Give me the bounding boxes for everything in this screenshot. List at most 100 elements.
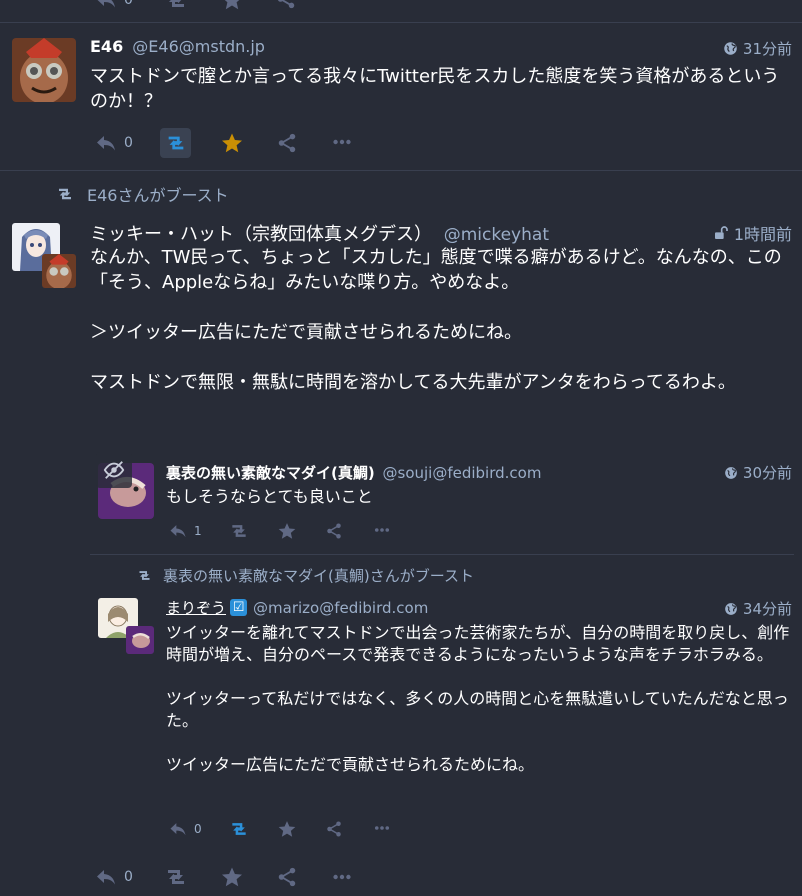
divider (0, 170, 802, 171)
more-icon (331, 866, 353, 888)
boost-button[interactable] (163, 0, 189, 12)
star-icon (220, 131, 244, 155)
verified-badge-icon: ☑ (230, 599, 248, 616)
booster-avatar[interactable] (42, 254, 76, 288)
boost-icon (228, 521, 250, 541)
avatar-image (42, 254, 76, 288)
relative-time: 30分前 (742, 464, 792, 482)
relative-time: 1時間前 (733, 225, 792, 244)
reply-count: 0 (124, 135, 133, 151)
boost-icon (55, 185, 75, 203)
boost-button[interactable] (163, 865, 189, 889)
boost-button[interactable] (228, 819, 250, 839)
star-icon (220, 0, 244, 12)
display-name[interactable]: E46 (90, 37, 123, 56)
avatar[interactable] (12, 38, 76, 102)
status-time[interactable]: 1時間前 (713, 221, 792, 245)
share-button[interactable] (325, 820, 343, 838)
boost-icon (136, 568, 153, 583)
status-header: 裏表の無い素敵なマダイ(真鯛) @souji@fedibird.com (166, 462, 541, 483)
share-icon (325, 522, 343, 540)
reply-count: 0 (124, 869, 133, 885)
status-content: もしそうならとても良いこと (166, 487, 373, 506)
star-icon (277, 521, 297, 541)
globe-icon (723, 41, 738, 56)
more-button[interactable] (373, 819, 391, 837)
boost-button[interactable] (160, 128, 191, 158)
more-button[interactable] (331, 866, 353, 888)
account-handle[interactable]: @mickeyhat (444, 225, 549, 245)
more-button[interactable] (373, 521, 391, 539)
more-icon (373, 521, 391, 539)
divider (90, 554, 794, 555)
paragraph: ＞ツイッター広告にただで貢献させられるためにね。 (90, 322, 522, 343)
share-button[interactable] (276, 132, 298, 154)
star-icon (220, 865, 244, 889)
boost-icon (164, 132, 188, 154)
account-handle[interactable]: @marizo@fedibird.com (253, 599, 428, 617)
reply-icon (94, 0, 118, 12)
paragraph: ツイッターって私だけではなく、多くの人の時間と心を無駄遣いしていたんだなと思った… (166, 689, 789, 730)
status-time[interactable]: 30分前 (724, 462, 792, 483)
status-header: ミッキー・ハット（宗教団体真メグデス） @mickeyhat (90, 220, 549, 246)
paragraph: なんか、TW民って、ちょっと「スカした」態度で喋る癖があるけど。なんなの、この「… (90, 247, 782, 293)
booster-avatar[interactable] (126, 626, 154, 654)
display-name[interactable]: 裏表の無い素敵なマダイ(真鯛) (166, 464, 375, 482)
globe-icon (724, 602, 738, 616)
boost-label[interactable]: E46さんがブースト (87, 182, 229, 206)
boost-button[interactable] (228, 521, 250, 541)
relative-time: 34分前 (742, 600, 792, 618)
share-icon (276, 866, 298, 888)
status-header: E46 @E46@mstdn.jp (90, 37, 265, 56)
display-name[interactable]: まりぞう (166, 597, 226, 618)
account-handle[interactable]: @E46@mstdn.jp (132, 37, 265, 56)
share-button[interactable] (276, 866, 298, 888)
more-icon (331, 131, 353, 153)
more-icon (373, 819, 391, 837)
status-header: まりぞう ☑ @marizo@fedibird.com (166, 597, 428, 618)
reply-button[interactable]: 0 (168, 819, 202, 839)
star-icon (277, 819, 297, 839)
more-button[interactable] (331, 131, 353, 153)
reply-icon (168, 521, 188, 541)
unlock-icon (713, 225, 729, 241)
share-button[interactable] (275, 0, 297, 10)
favourite-button[interactable] (220, 131, 244, 155)
favourite-button[interactable] (277, 521, 297, 541)
reply-button[interactable]: 1 (168, 521, 202, 541)
reply-icon (168, 819, 188, 839)
boost-icon (163, 865, 189, 889)
reply-count: 0 (124, 0, 133, 8)
boost-prepend: E46さんがブースト (55, 182, 229, 206)
favourite-button[interactable] (277, 819, 297, 839)
avatar-image (126, 626, 154, 654)
reply-icon (94, 865, 118, 889)
share-button[interactable] (325, 522, 343, 540)
sensitive-toggle[interactable] (96, 452, 132, 488)
divider (0, 22, 802, 23)
share-icon (325, 820, 343, 838)
boost-icon (228, 819, 250, 839)
relative-time: 31分前 (742, 40, 792, 58)
share-icon (276, 132, 298, 154)
share-icon (275, 0, 297, 10)
account-handle[interactable]: @souji@fedibird.com (383, 464, 542, 482)
status-time[interactable]: 31分前 (723, 38, 792, 59)
boost-label[interactable]: 裏表の無い素敵なマダイ(真鯛)さんがブースト (163, 565, 474, 586)
favourite-button[interactable] (220, 0, 244, 12)
globe-icon (724, 466, 738, 480)
status-content: ツイッターを離れてマストドンで出会った芸術家たちが、自分の時間を取り戻し、創作時… (166, 622, 792, 776)
avatar-image (12, 38, 76, 102)
reply-button[interactable]: 0 (94, 865, 133, 889)
reply-button[interactable]: 0 (94, 131, 133, 155)
paragraph: ツイッターを離れてマストドンで出会った芸術家たちが、自分の時間を取り戻し、創作時… (166, 623, 790, 664)
boost-prepend: 裏表の無い素敵なマダイ(真鯛)さんがブースト (136, 565, 474, 586)
paragraph: マストドンで無限・無駄に時間を溶かしてる大先輩がアンタをわらってるわよ。 (90, 372, 736, 393)
status-content: マストドンで膣とか言ってる我々にTwitter民をスカした態度を笑う資格があると… (90, 66, 780, 112)
status-time[interactable]: 34分前 (724, 598, 792, 619)
status-content: なんか、TW民って、ちょっと「スカした」態度で喋る癖があるけど。なんなの、この「… (90, 245, 790, 395)
boost-icon (163, 0, 189, 12)
favourite-button[interactable] (220, 865, 244, 889)
display-name[interactable]: ミッキー・ハット（宗教団体真メグデス） (90, 224, 432, 245)
reply-button[interactable]: 0 (94, 0, 133, 12)
